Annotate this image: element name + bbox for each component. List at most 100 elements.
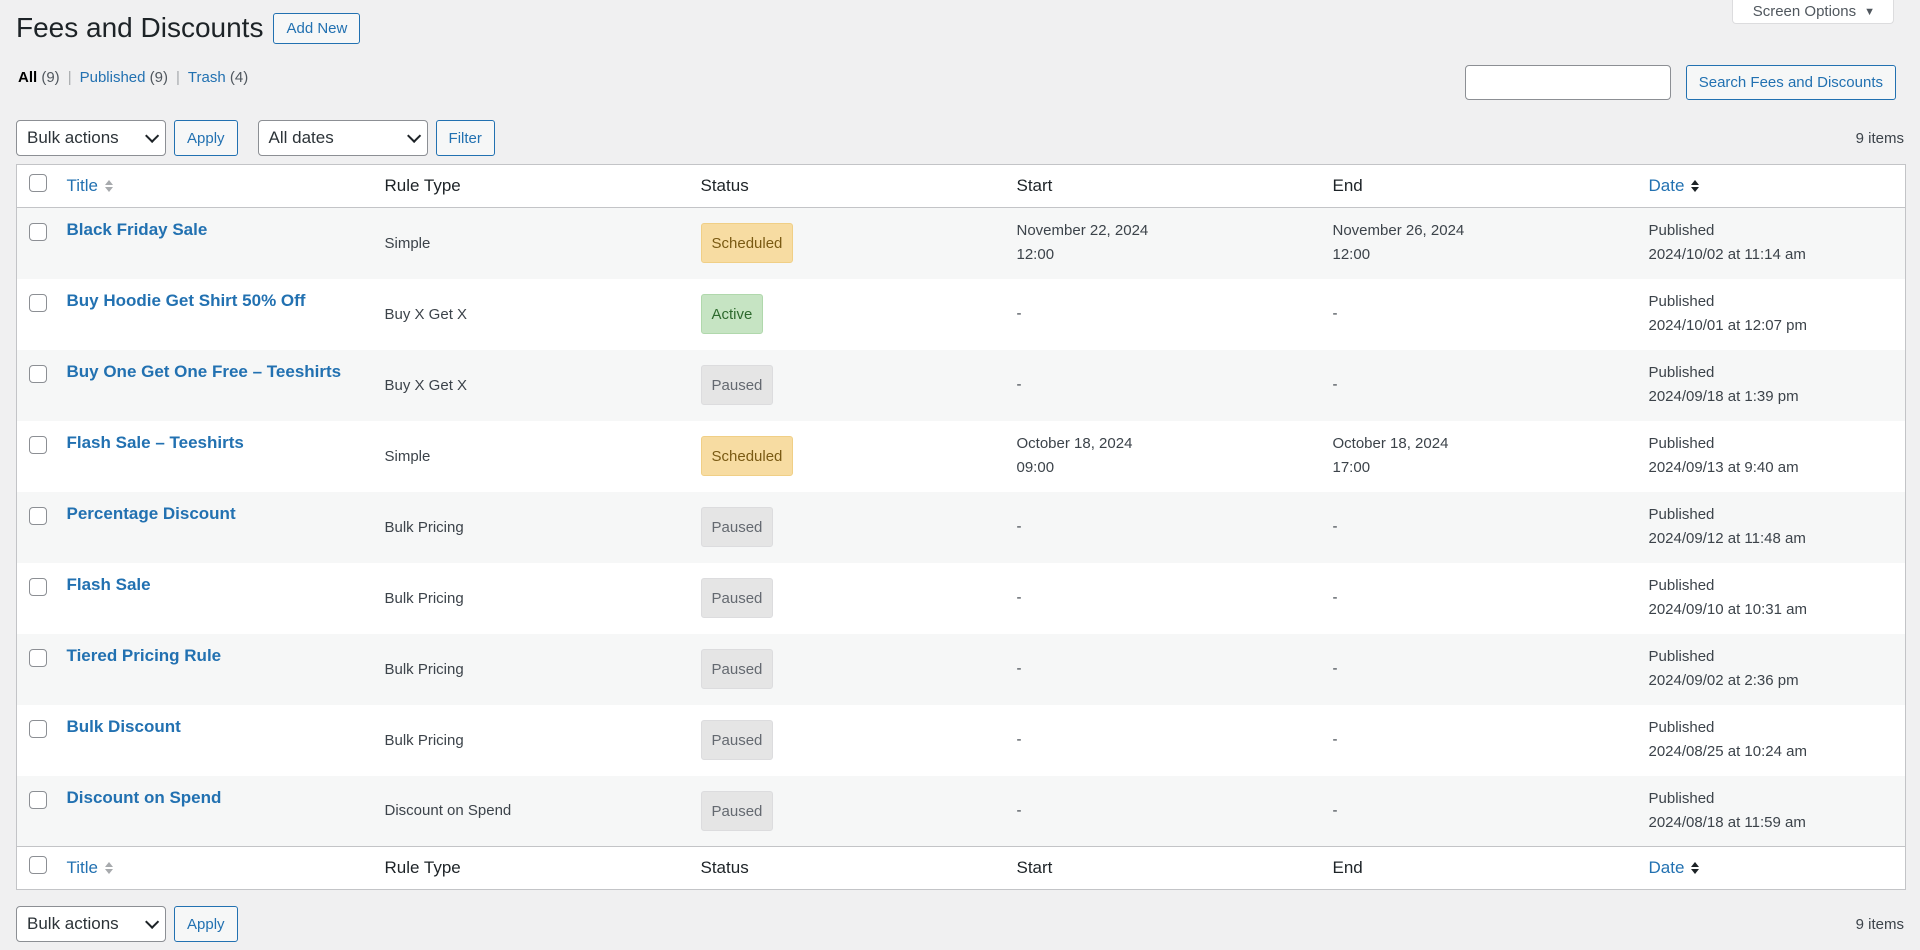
search-button[interactable]: Search Fees and Discounts [1685, 65, 1896, 100]
dates-filter-select[interactable]: All dates [257, 120, 428, 156]
select-all-checkbox[interactable] [29, 174, 47, 192]
chevron-down-icon [406, 128, 421, 143]
column-rule-type: Rule Type [384, 858, 461, 877]
row-checkbox[interactable] [29, 719, 47, 738]
table-footer-row: Title Rule Type Status Start End Date [16, 846, 1906, 890]
rule-title-link[interactable]: Flash Sale [67, 575, 151, 594]
view-trash-link[interactable]: Trash (4) [188, 69, 248, 86]
sort-date-link[interactable]: Date [1649, 176, 1700, 196]
rule-title-link[interactable]: Bulk Discount [67, 717, 181, 736]
end-cell: - [1332, 350, 1648, 421]
status-badge: Paused [700, 790, 774, 831]
date-cell: Published 2024/08/25 at 10:24 am [1648, 705, 1906, 776]
publish-date: 2024/09/18 at 1:39 pm [1648, 388, 1799, 405]
column-end: End [1332, 858, 1363, 877]
apply-button[interactable]: Apply [174, 906, 238, 942]
end-date: - [1332, 589, 1338, 606]
sort-icon [105, 180, 113, 192]
row-checkbox[interactable] [29, 435, 47, 454]
start-cell: - [1016, 776, 1332, 847]
row-checkbox[interactable] [29, 293, 47, 312]
publish-date: 2024/09/13 at 9:40 am [1648, 459, 1799, 476]
rule-title-link[interactable]: Flash Sale – Teeshirts [67, 433, 244, 452]
column-end: End [1332, 176, 1363, 195]
start-cell: October 18, 2024 09:00 [1016, 421, 1332, 492]
date-cell: Published 2024/09/10 at 10:31 am [1648, 563, 1906, 634]
screen-options-button[interactable]: Screen Options ▼ [1731, 0, 1894, 24]
start-cell: - [1016, 492, 1332, 563]
status-badge: Paused [700, 578, 774, 618]
tablenav-top: Bulk actions Apply All dates Filter 9 it… [16, 120, 1904, 156]
end-date: - [1332, 305, 1338, 322]
bulk-actions-select[interactable]: Bulk actions [16, 120, 166, 156]
rule-title-link[interactable]: Black Friday Sale [67, 220, 208, 239]
search-input[interactable] [1464, 65, 1671, 100]
filter-button[interactable]: Filter [435, 120, 495, 156]
date-cell: Published 2024/09/13 at 9:40 am [1648, 421, 1906, 492]
sort-title-link[interactable]: Title [67, 858, 113, 878]
status-cell: Paused [700, 492, 1016, 563]
title-cell: Percentage Discount [66, 492, 384, 563]
rule-type-cell: Simple [384, 234, 431, 252]
date-cell: Published 2024/08/18 at 11:59 am [1648, 776, 1906, 847]
rule-type-cell: Simple [384, 447, 431, 465]
date-cell: Published 2024/09/02 at 2:36 pm [1648, 634, 1906, 705]
search-box: Search Fees and Discounts [1464, 65, 1896, 100]
apply-button[interactable]: Apply [174, 120, 238, 156]
sort-date-link[interactable]: Date [1649, 858, 1700, 878]
rule-type-cell: Buy X Get X [384, 376, 468, 394]
status-cell: Scheduled [700, 421, 1016, 492]
bulk-actions-value: Bulk actions [27, 914, 119, 933]
sort-title-link[interactable]: Title [67, 176, 113, 196]
column-title: Title [66, 165, 384, 208]
start-date: - [1016, 376, 1022, 393]
add-new-button[interactable]: Add New [273, 12, 361, 44]
end-date: - [1332, 731, 1338, 748]
column-date: Date [1648, 847, 1906, 890]
table-header-row: Title Rule Type Status Start End Date [16, 165, 1906, 208]
tablenav-bottom: Bulk actions Apply 9 items [16, 906, 1904, 942]
rule-title-link[interactable]: Tiered Pricing Rule [67, 646, 222, 665]
table-row: Percentage Discount Bulk Pricing Paused - - P… [16, 491, 1906, 563]
row-checkbox[interactable] [29, 364, 47, 383]
row-checkbox-cell [17, 776, 66, 847]
row-checkbox-cell [17, 492, 66, 563]
start-date: November 22, 2024 [1016, 222, 1149, 240]
rule-title-link[interactable]: Discount on Spend [67, 788, 222, 807]
row-checkbox-cell [17, 421, 66, 492]
status-cell: Paused [700, 776, 1016, 847]
rule-title-link[interactable]: Buy Hoodie Get Shirt 50% Off [67, 291, 306, 310]
title-cell: Buy Hoodie Get Shirt 50% Off [66, 279, 384, 350]
row-checkbox[interactable] [29, 506, 47, 525]
row-checkbox[interactable] [29, 790, 47, 809]
select-all-cell [17, 165, 66, 208]
rule-title-link[interactable]: Percentage Discount [67, 504, 236, 523]
start-cell: - [1016, 705, 1332, 776]
status-badge: Paused [700, 507, 774, 547]
end-cell: - [1332, 279, 1648, 350]
start-cell: November 22, 2024 12:00 [1016, 208, 1332, 279]
select-all-checkbox[interactable] [29, 856, 47, 874]
start-date: - [1016, 305, 1022, 322]
view-trash: Trash (4) [188, 69, 248, 86]
view-all-link[interactable]: All (9) [18, 69, 60, 86]
bulk-actions-select[interactable]: Bulk actions [16, 906, 166, 942]
table-row: Bulk Discount Bulk Pricing Paused - - Publish… [16, 704, 1906, 776]
publish-status: Published [1648, 577, 1715, 594]
chevron-down-icon [145, 128, 160, 143]
date-cell: Published 2024/10/01 at 12:07 pm [1648, 279, 1906, 350]
view-published-link[interactable]: Published (9) [80, 69, 168, 86]
publish-status: Published [1648, 648, 1715, 665]
rule-title-link[interactable]: Buy One Get One Free – Teeshirts [67, 362, 342, 381]
status-badge: Paused [700, 720, 774, 760]
end-cell: November 26, 2024 12:00 [1332, 208, 1648, 279]
row-checkbox[interactable] [29, 577, 47, 596]
end-cell: - [1332, 492, 1648, 563]
status-views: All (9) | Published (9) | Trash (4) [18, 69, 248, 86]
title-cell: Flash Sale [66, 563, 384, 634]
view-separator: | [67, 69, 72, 86]
row-checkbox[interactable] [29, 648, 47, 667]
view-all: All (9) [18, 69, 60, 86]
row-checkbox[interactable] [29, 223, 47, 241]
publish-date: 2024/08/18 at 11:59 am [1648, 813, 1806, 831]
